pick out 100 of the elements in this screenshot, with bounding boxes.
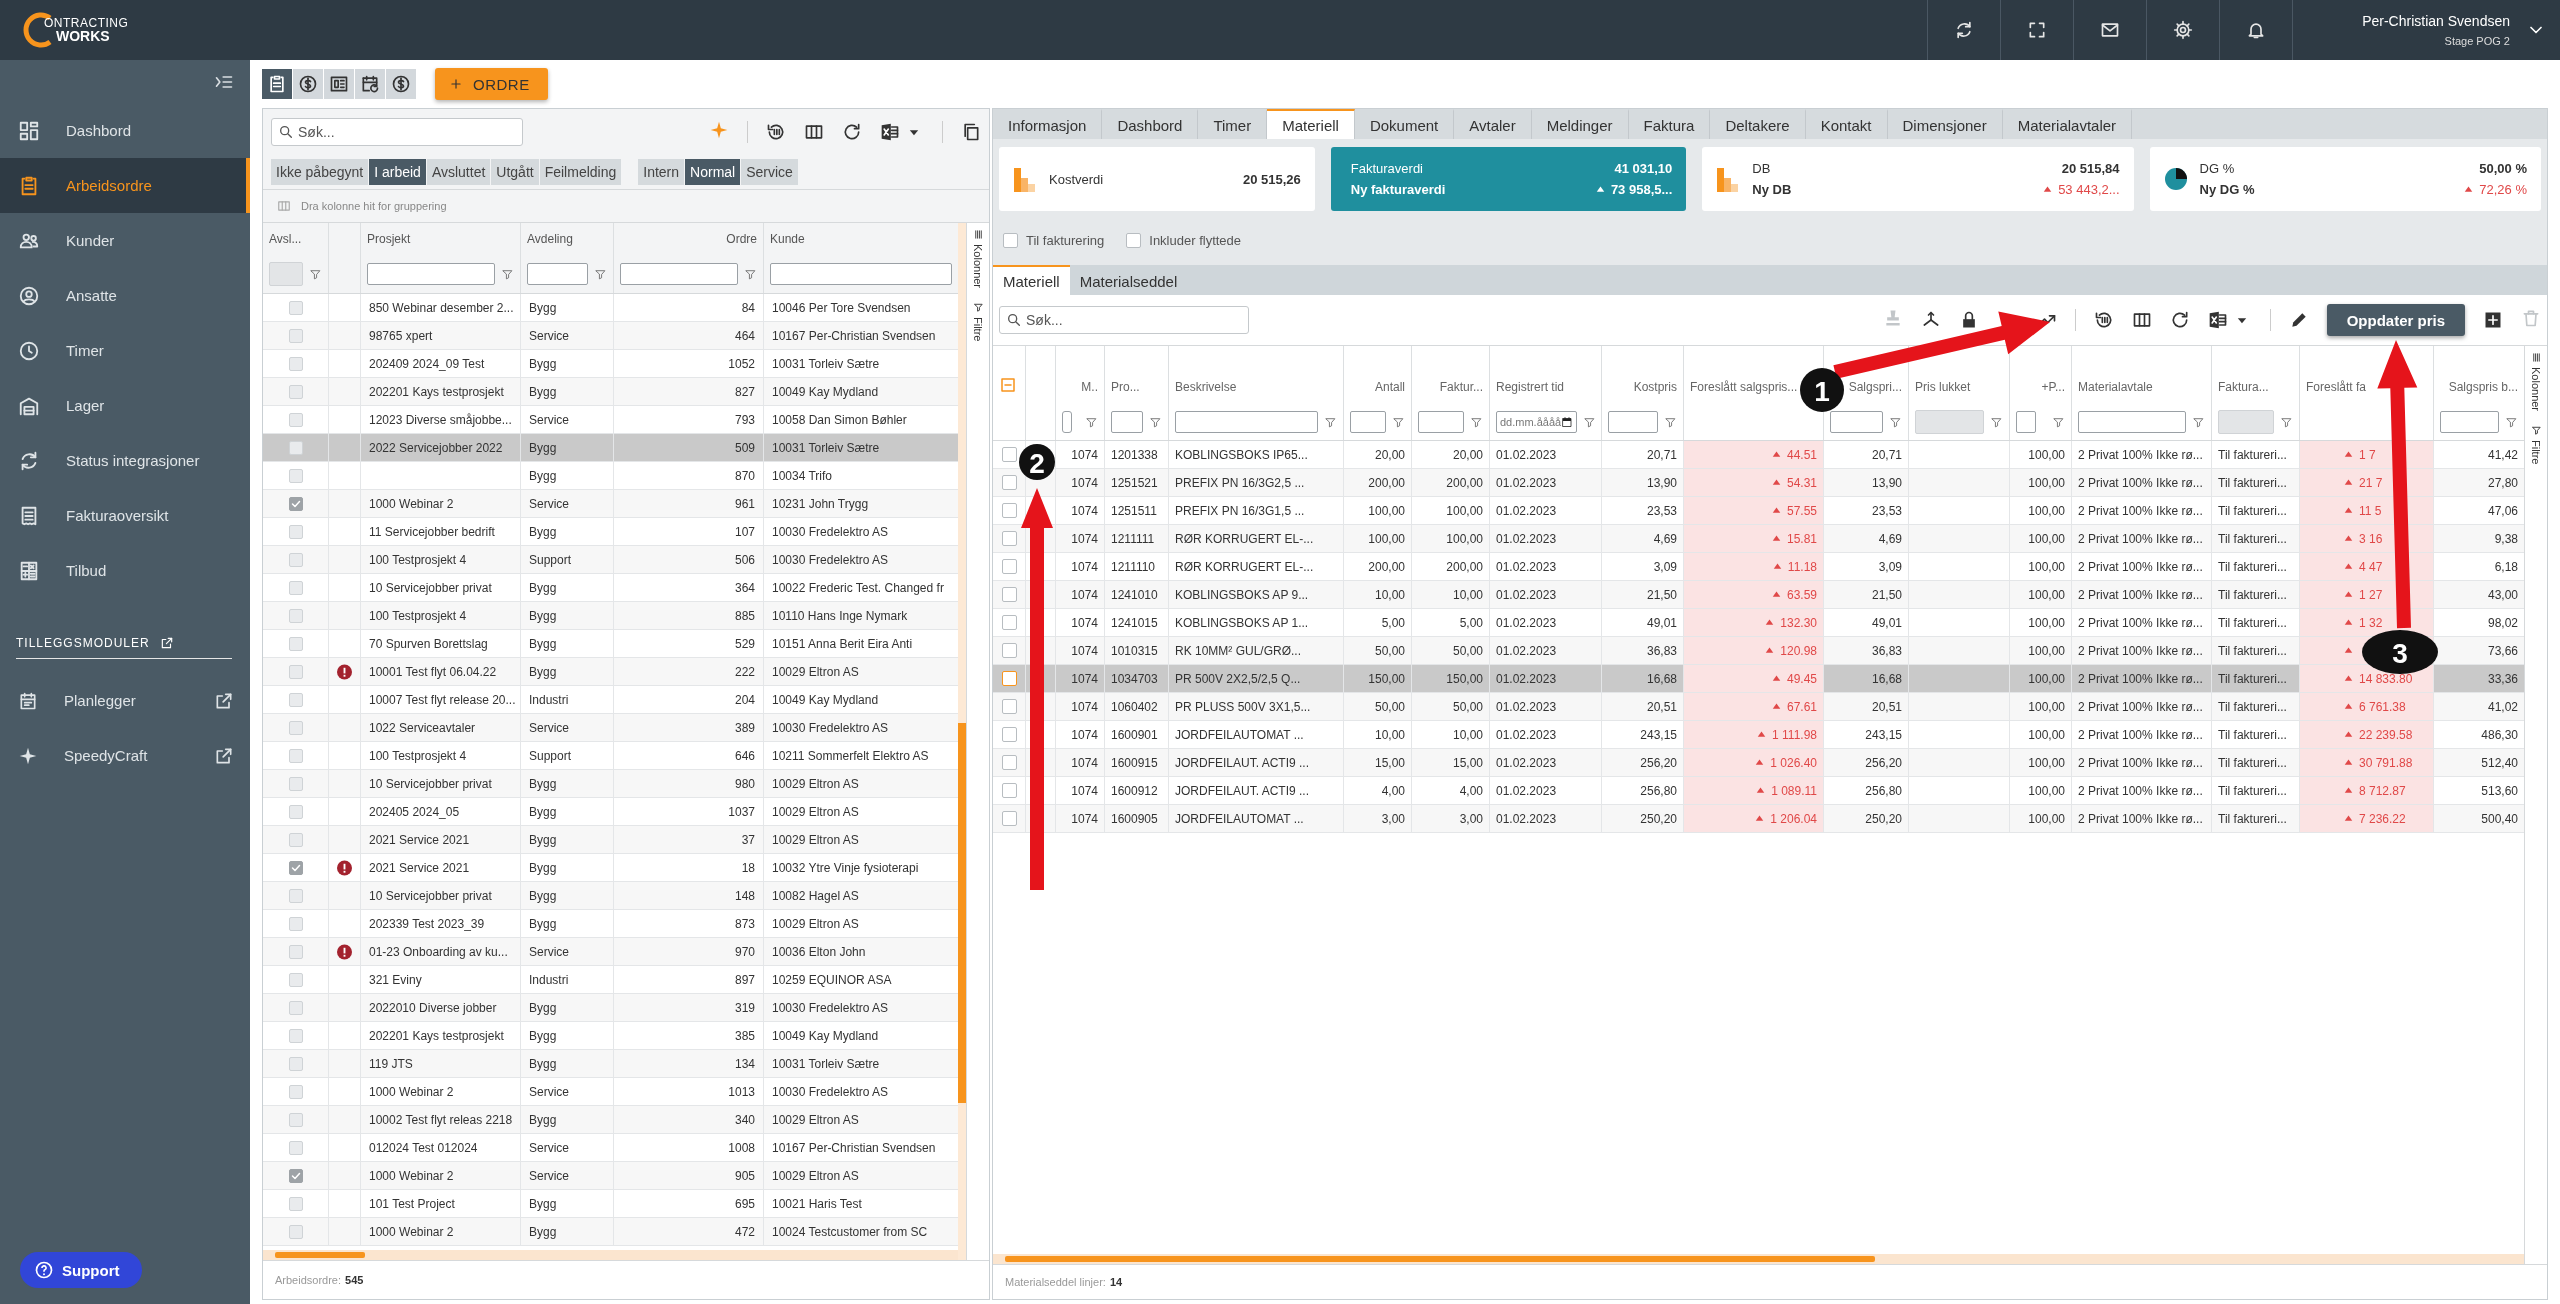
column-header[interactable]: Salgspri... [1848,380,1902,394]
filter-icon[interactable] [1470,415,1483,429]
table-row[interactable]: 1074 1241010 KOBLINGSBOKS AP 9... 10,00 10,00 01.02.2023 21,50 63.59 21,50 100,00 2 Privat 100% Ikke rø... Til faktureri... 1 27 43,00 [993,581,2524,609]
search-field[interactable]: Søk... [999,306,1249,334]
filter-field[interactable] [1418,411,1464,433]
column-header[interactable]: Pro... [1111,380,1140,394]
filter-icon[interactable] [309,267,322,281]
side-tab[interactable]: Filtre [2530,425,2542,465]
tab[interactable]: Avtaler [1454,109,1532,139]
columns-icon[interactable] [2131,310,2152,330]
scrollbar[interactable] [263,1250,958,1260]
column-header[interactable]: Beskrivelse [1175,380,1237,394]
column-header[interactable]: Antall [1374,380,1405,394]
sidebar-item[interactable]: Status integrasjoner [0,433,250,488]
table-row[interactable]: 1074 1600915 JORDFEILAUT. ACTI9 ... 15,00 15,00 01.02.2023 256,20 1 026.40 256,20 100,00 2 Privat 100% Ikke rø... Til faktureri... 30 791.88 512,40 [993,749,2524,777]
row-checkbox[interactable] [288,972,303,987]
filter-field[interactable] [2440,411,2499,433]
filter-tab[interactable]: Utgått [491,159,539,185]
new-order-button[interactable]: ORDRE [435,68,548,100]
mail-icon[interactable] [2100,20,2120,40]
filter-icon[interactable] [2192,415,2205,429]
row-checkbox[interactable] [288,580,303,595]
view-tab[interactable] [355,69,385,99]
filter-field[interactable] [527,263,588,285]
filter-field[interactable] [1350,411,1386,433]
filter-icon[interactable] [1149,415,1162,429]
view-tab[interactable] [262,69,292,99]
row-checkbox[interactable] [1001,755,1017,770]
filter-icon[interactable] [1583,415,1597,429]
filter-tab[interactable]: I arbeid [369,159,426,185]
row-checkbox[interactable] [288,552,303,567]
row-checkbox[interactable] [288,1140,303,1155]
tab[interactable]: Kontakt [1805,109,1888,139]
filter-field[interactable] [620,263,738,285]
column-header[interactable]: Faktura... [2218,380,2269,394]
row-checkbox[interactable] [288,944,303,959]
history-icon[interactable] [766,122,786,142]
table-row[interactable]: 10001 Test flyt 06.04.22 Bygg 222 10029 Eltron AS [263,658,958,686]
tab[interactable]: Deltakere [1710,109,1806,139]
filter-tab[interactable]: Feilmelding [539,159,622,185]
row-checkbox[interactable] [1001,643,1017,658]
table-row[interactable]: 1074 1060402 PR PLUSS 500V 3X1,5... 50,00 50,00 01.02.2023 20,51 67.61 20,51 100,00 2 Privat 100% Ikke rø... Til faktureri... 6 761.38 41,02 [993,693,2524,721]
row-checkbox[interactable] [288,356,303,371]
filter-field[interactable] [770,263,952,285]
filter-icon[interactable] [501,267,514,281]
table-row[interactable]: 119 JTS Bygg 134 10031 Torleiv Sætre [263,1050,958,1078]
row-checkbox[interactable] [1001,587,1017,602]
sidebar-item[interactable]: Ansatte [0,268,250,323]
table-row[interactable]: 98765 xpert Service 464 10167 Per-Christian Svendsen [263,322,958,350]
filter-tab[interactable]: Normal [685,159,741,185]
sparkle-icon[interactable] [709,120,729,140]
row-checkbox[interactable] [1001,811,1017,826]
row-checkbox[interactable] [288,608,303,623]
row-checkbox[interactable] [288,916,303,931]
table-row[interactable]: 1074 1034703 PR 500V 2X2,5/2,5 Q... 150,00 150,00 01.02.2023 16,68 49.45 16,68 100,00 2 Privat 100% Ikke rø... Til faktureri... 14 833.80 33,36 [993,665,2524,693]
sidebar-item[interactable]: Timer [0,323,250,378]
row-checkbox[interactable] [1001,615,1017,630]
row-checkbox[interactable] [288,300,303,315]
row-checkbox[interactable] [288,440,303,455]
table-row[interactable]: 1000 Webinar 2 Service 961 10231 John Trygg [263,490,958,518]
table-row[interactable]: 100 Testprosjekt 4 Support 506 10030 Fredelektro AS [263,546,958,574]
table-row[interactable]: 10002 Test flyt releas 2218 Bygg 340 10029 Eltron AS [263,1106,958,1134]
side-tab[interactable]: Kolonner [2530,352,2542,412]
column-header[interactable]: Salgspris b... [2448,380,2518,394]
row-checkbox[interactable] [288,888,303,903]
row-checkbox[interactable] [288,748,303,763]
table-row[interactable]: 1074 1211111 RØR KORRUGERT EL-... 100,00 100,00 01.02.2023 4,69 15.81 4,69 100,00 2 Privat 100% Ikke rø... Til faktureri... 3 16 9,38 [993,525,2524,553]
row-checkbox[interactable] [1001,447,1017,462]
column-header[interactable]: Avsl... [263,223,328,255]
select-all-icon[interactable] [999,376,1017,394]
row-checkbox[interactable] [288,1000,303,1015]
column-header[interactable]: M.. [1081,380,1098,394]
column-header[interactable]: Faktur... [1439,380,1483,394]
scrollbar[interactable] [958,223,966,1260]
column-header[interactable]: Foreslått fa [2306,380,2367,394]
tab[interactable]: Dokument [1354,109,1455,139]
row-checkbox[interactable] [1001,503,1017,518]
tab[interactable]: Materialseddel [1069,265,1188,295]
column-header[interactable]: +P... [2041,380,2065,394]
filter-icon[interactable] [1889,415,1902,429]
tab[interactable]: Dashbord [1102,109,1199,139]
table-row[interactable]: 1022 Serviceavtaler Service 389 10030 Fredelektro AS [263,714,958,742]
tab[interactable]: Faktura [1628,109,1711,139]
fullscreen-icon[interactable] [2027,20,2047,40]
row-checkbox[interactable] [288,664,303,679]
row-checkbox[interactable] [1001,559,1017,574]
tab[interactable]: Informasjon [993,109,1103,139]
row-checkbox[interactable] [288,776,303,791]
filter-tab[interactable]: Ikke påbegynt [271,159,369,185]
filter-tab[interactable]: Intern [638,159,685,185]
tab[interactable]: Meldinger [1531,109,1629,139]
row-checkbox[interactable] [1001,699,1017,714]
row-checkbox[interactable] [288,1196,303,1211]
sync-icon[interactable] [1954,20,1974,40]
tab[interactable]: Materiell [993,265,1070,295]
row-checkbox[interactable] [288,1224,303,1239]
filter-field[interactable] [2078,411,2186,433]
table-row[interactable]: 1000 Webinar 2 Bygg 472 10024 Testcustomer from SC [263,1218,958,1246]
sidebar-item[interactable]: Kunder [0,213,250,268]
row-checkbox[interactable] [288,468,303,483]
